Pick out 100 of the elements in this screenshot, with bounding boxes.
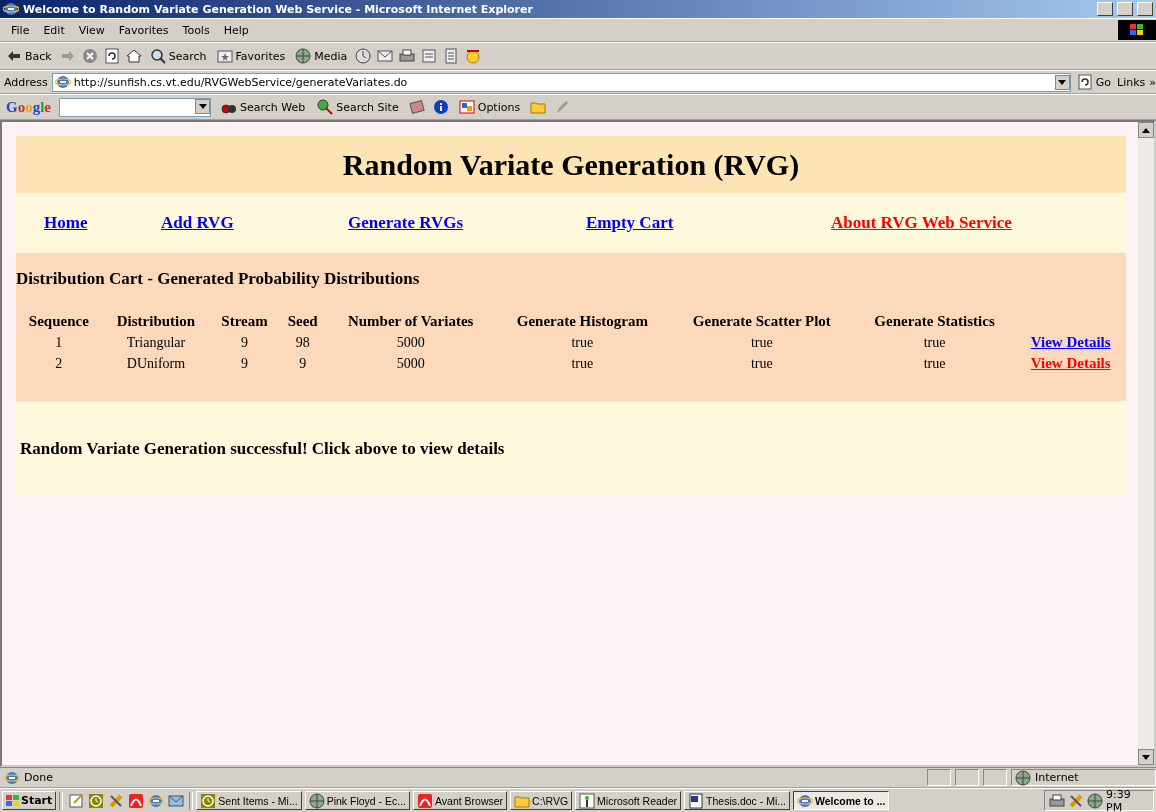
google-logo[interactable]: Google [6,98,51,116]
column-header: Generate Statistics [873,312,996,331]
globe-icon[interactable] [1087,792,1103,809]
arch-icon[interactable] [128,792,145,809]
printer-icon[interactable] [1049,792,1065,809]
document-icon[interactable] [421,48,438,64]
link[interactable]: Empty Cart [586,213,674,233]
column-header: Number of Variates [346,312,475,331]
refresh-icon[interactable] [103,48,120,64]
notepad-icon[interactable] [68,792,85,809]
table-cell-text: true [570,354,595,373]
globe-icon [1015,769,1031,786]
link[interactable]: View Details [1030,334,1111,350]
window-title: Welcome to Random Variate Generation Web Service - Microsoft Internet Explorer [23,2,534,16]
taskbar-button[interactable]: Welcome to ... [793,791,890,810]
table-cell-text: 5000 [395,354,426,373]
close-button[interactable] [1137,2,1153,16]
toolbar-button[interactable]: Media [293,48,350,64]
taskbar-button[interactable]: C:\RVG [510,791,573,810]
ie-icon [54,74,71,90]
toolbar-button[interactable]: Options [456,99,523,115]
taskbar-button[interactable]: Sent Items - Mi... [196,791,302,810]
column-header: Distribution [115,312,197,331]
up-arrow-icon[interactable] [1142,127,1150,133]
table-cell-text: true [570,333,595,352]
menu-item[interactable]: Edit [36,23,72,37]
taskbar-button[interactable]: Thesis.doc - Mi... [684,791,790,810]
clock: 9:39 PM [1106,787,1132,812]
toolbar-button[interactable]: Favorites [214,48,288,64]
menu-item[interactable]: Tools [175,23,217,37]
scrollbar[interactable] [1138,122,1154,765]
status-text: Done [24,771,54,784]
start-button[interactable]: Start [2,791,57,810]
globe-icon [308,792,325,809]
home-icon[interactable] [125,48,142,64]
table-cell-text: true [749,354,774,373]
table-cell-text: 9 [240,333,250,352]
menu-item[interactable]: Help [216,23,256,37]
zone-label: Internet [1035,771,1079,784]
toolbar-button[interactable]: Search Site [315,99,401,115]
minimize-button[interactable] [1097,2,1113,16]
envelope-icon[interactable] [377,48,394,64]
down-arrow-icon[interactable] [198,103,207,109]
google-search-field[interactable] [59,97,211,117]
ie-icon[interactable] [148,792,165,809]
table-cell-text: true [749,333,774,352]
clock-icon [200,792,217,809]
toolbar-button[interactable]: Back [4,48,54,64]
taskbar-button[interactable]: Avant Browser [413,791,508,810]
toolbar-button[interactable]: Search Web [219,99,308,115]
link[interactable]: About RVG Web Service [831,213,1012,233]
address-field[interactable]: http://sunfish.cs.vt.edu/RVGWebService/generateVariates.do [51,72,1071,92]
more-chevron[interactable]: » [1149,75,1156,89]
windows-flag-icon [1118,20,1156,40]
links-label[interactable]: Links [1117,75,1146,89]
taskbar-button[interactable]: Microsoft Reader [575,791,682,810]
column-header: Sequence [27,312,90,331]
search-icon [149,48,166,64]
table-cell-text: 5000 [395,333,426,352]
globe-icon [295,48,312,64]
column-header: Generate Histogram [515,312,649,331]
link[interactable]: Add RVG [161,213,234,233]
page-icon[interactable] [443,48,460,64]
taskbar-button[interactable]: Pink Floyd - Ec... [304,791,410,810]
word-document-icon [688,792,705,809]
link[interactable]: Home [44,213,88,233]
down-arrow-icon[interactable] [1058,79,1067,85]
column-header: Seed [286,312,319,331]
clock-icon[interactable] [355,48,372,64]
envelope-icon[interactable] [168,792,185,809]
success-message: Random Variate Generation successful! Click above to view details [16,401,1126,496]
menu-item[interactable]: Favorites [111,23,176,37]
table-cell-text: 2 [54,354,64,373]
info-icon[interactable] [432,99,449,115]
column-header: Generate Scatter Plot [691,312,832,331]
page-heading: Random Variate Generation (RVG) [342,147,800,182]
printer-icon[interactable] [399,48,416,64]
reader-icon [579,792,596,809]
options-icon [458,99,475,115]
refresh-icon [1076,74,1093,90]
menu-item[interactable]: File [4,23,37,37]
table-cell-text: true [922,354,947,373]
table-cell-text: 9 [298,354,308,373]
arch-icon [417,792,433,809]
go-button[interactable]: Go [1074,74,1113,90]
ie-icon [797,792,813,809]
table-cell-text: true [922,333,947,352]
table-cell-text: 9 [240,354,250,373]
ie-icon [4,769,20,786]
ie-icon [3,1,19,17]
menu-item[interactable]: View [71,23,112,37]
toolbar-button[interactable]: Search [147,48,209,64]
restore-button[interactable] [1117,2,1133,16]
down-arrow-icon[interactable] [1142,754,1150,760]
stop-icon[interactable] [81,48,98,64]
clock-icon[interactable] [88,792,105,809]
table-cell-text: DUniform [125,354,187,373]
link[interactable]: Generate RVGs [348,213,464,233]
table-cell-text: 1 [54,333,64,352]
address-label: Address [4,75,48,89]
